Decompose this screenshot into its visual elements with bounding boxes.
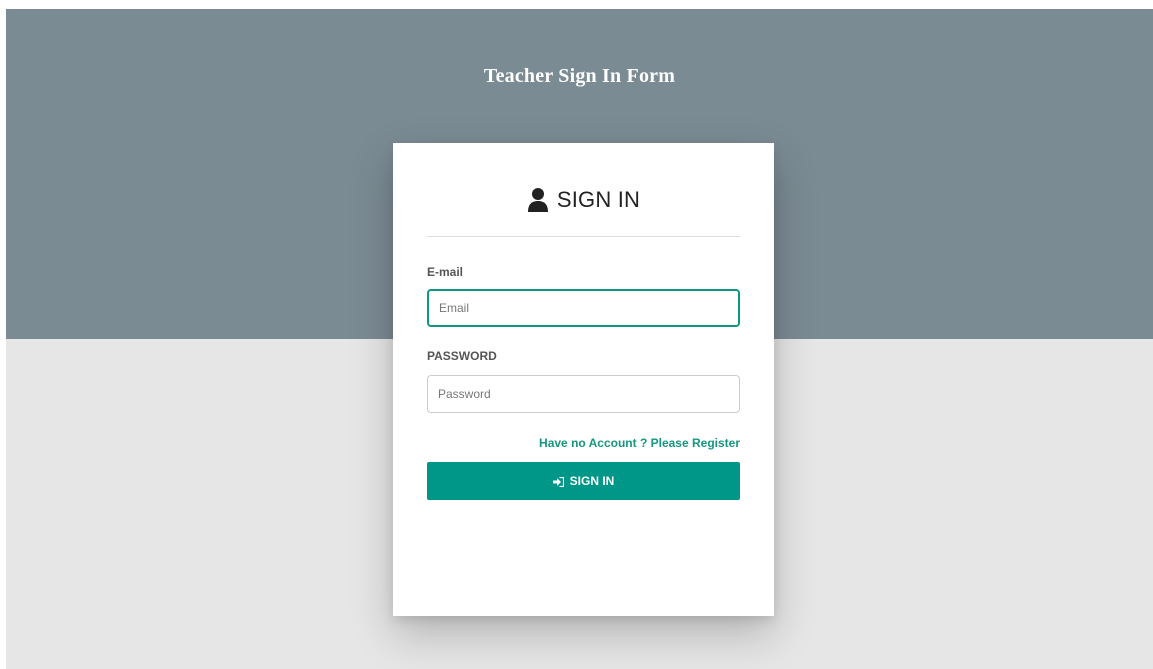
sign-in-button[interactable]: SIGN IN xyxy=(427,462,740,500)
header-divider xyxy=(427,236,740,237)
register-link[interactable]: Have no Account ? Please Register xyxy=(539,436,740,450)
user-icon xyxy=(527,187,549,213)
sign-in-icon xyxy=(552,476,564,488)
page-viewport: Teacher Sign In Form SIGN IN E-mail PASS… xyxy=(6,9,1153,669)
card-title: SIGN IN xyxy=(556,187,641,212)
password-label: PASSWORD xyxy=(427,349,497,363)
email-field[interactable] xyxy=(427,289,740,327)
password-field[interactable] xyxy=(427,375,740,413)
card-header: SIGN IN xyxy=(393,187,774,213)
sign-in-button-label: SIGN IN xyxy=(569,474,615,488)
page-title: Teacher Sign In Form xyxy=(483,65,676,87)
sign-in-card: SIGN IN E-mail PASSWORD Have no Account … xyxy=(393,143,774,616)
email-label: E-mail xyxy=(427,265,464,279)
